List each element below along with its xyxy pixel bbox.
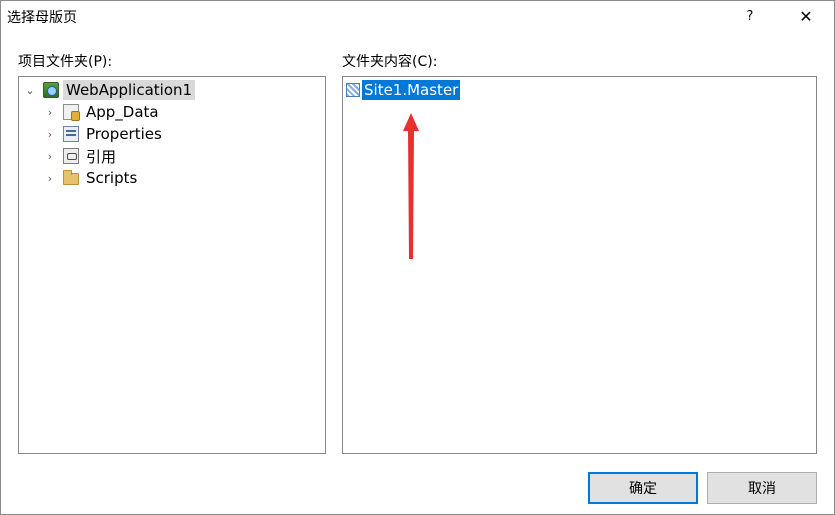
folder-contents-label: 文件夹内容(C):: [342, 54, 438, 70]
file-label: Site1.Master: [362, 80, 461, 100]
project-folders-label: 项目文件夹(P):: [18, 54, 113, 70]
tree-item-app-data[interactable]: › App_Data: [43, 101, 162, 123]
tree-item-label: Scripts: [86, 169, 138, 187]
tree-item-properties[interactable]: › Properties: [43, 123, 165, 145]
tree-item-label: Properties: [86, 125, 162, 143]
tree-item-label: WebApplication1: [63, 80, 196, 100]
select-master-page-dialog: 选择母版页 ? ✕ 项目文件夹(P): 文件夹内容(C): ⌄ WebAppli…: [0, 0, 835, 515]
arrow-shape: [403, 113, 419, 259]
ok-button[interactable]: 确定: [588, 472, 698, 504]
cancel-button[interactable]: 取消: [707, 472, 817, 504]
chevron-right-icon[interactable]: ›: [43, 145, 57, 167]
chevron-right-icon[interactable]: ›: [43, 101, 57, 123]
project-folders-tree[interactable]: ⌄ WebApplication1 › App_Data › Propertie…: [18, 76, 326, 454]
project-icon: [43, 82, 59, 98]
chevron-right-icon[interactable]: ›: [43, 167, 57, 189]
tree-item-webapplication1[interactable]: ⌄ WebApplication1: [23, 79, 196, 101]
title-bar: 选择母版页 ? ✕: [1, 1, 834, 31]
master-page-icon: [346, 83, 360, 97]
tree-item-label: App_Data: [86, 103, 159, 121]
chevron-down-icon[interactable]: ⌄: [23, 79, 37, 101]
chevron-right-icon[interactable]: ›: [43, 123, 57, 145]
properties-icon: [63, 126, 79, 142]
references-icon: [63, 148, 79, 164]
tree-item-scripts[interactable]: › Scripts: [43, 167, 140, 189]
help-button[interactable]: ?: [727, 1, 773, 31]
tree-item-label: 引用: [86, 147, 117, 166]
folder-icon: [63, 170, 79, 185]
dialog-title: 选择母版页: [7, 10, 77, 26]
app-data-folder-icon: [63, 104, 80, 121]
list-item-site1-master[interactable]: Site1.Master: [346, 80, 461, 100]
annotation-arrow: [403, 113, 419, 259]
close-button[interactable]: ✕: [783, 1, 829, 31]
tree-item-references[interactable]: › 引用: [43, 145, 119, 167]
